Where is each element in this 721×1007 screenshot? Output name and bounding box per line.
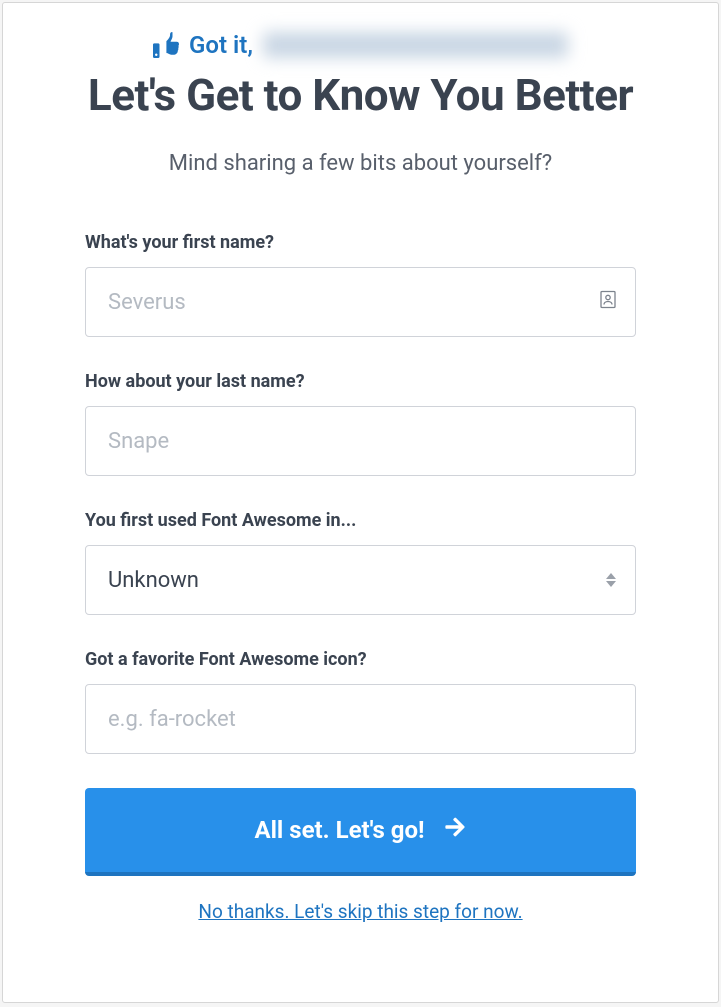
first-name-group: What's your first name? <box>85 232 636 337</box>
favorite-icon-label: Got a favorite Font Awesome icon? <box>85 649 636 670</box>
last-name-group: How about your last name? <box>85 371 636 476</box>
submit-button-label: All set. Let's go! <box>254 816 424 844</box>
favorite-icon-group: Got a favorite Font Awesome icon? <box>85 649 636 754</box>
onboarding-card: Got it, Let's Get to Know You Better Min… <box>2 2 719 1003</box>
first-name-label: What's your first name? <box>85 232 636 253</box>
first-used-group: You first used Font Awesome in... Unknow… <box>85 510 636 615</box>
obscured-email <box>263 32 568 58</box>
confirmation-text: Got it, <box>189 31 253 59</box>
last-name-label: How about your last name? <box>85 371 636 392</box>
first-used-select-wrapper: Unknown <box>85 545 636 615</box>
confirmation-line: Got it, <box>21 31 700 59</box>
skip-link[interactable]: No thanks. Let's skip this step for now. <box>85 900 636 923</box>
first-name-input-wrapper <box>85 267 636 337</box>
arrow-right-icon <box>443 816 467 844</box>
profile-form: What's your first name? How about your l… <box>21 232 700 923</box>
submit-button[interactable]: All set. Let's go! <box>85 788 636 876</box>
page-title: Let's Get to Know You Better <box>21 69 700 121</box>
first-used-label: You first used Font Awesome in... <box>85 510 636 531</box>
last-name-input[interactable] <box>85 406 636 476</box>
page-subtitle: Mind sharing a few bits about yourself? <box>21 151 700 176</box>
first-used-select[interactable]: Unknown <box>85 545 636 615</box>
first-name-input[interactable] <box>85 267 636 337</box>
favorite-icon-input[interactable] <box>85 684 636 754</box>
thumbs-up-icon <box>153 32 179 58</box>
